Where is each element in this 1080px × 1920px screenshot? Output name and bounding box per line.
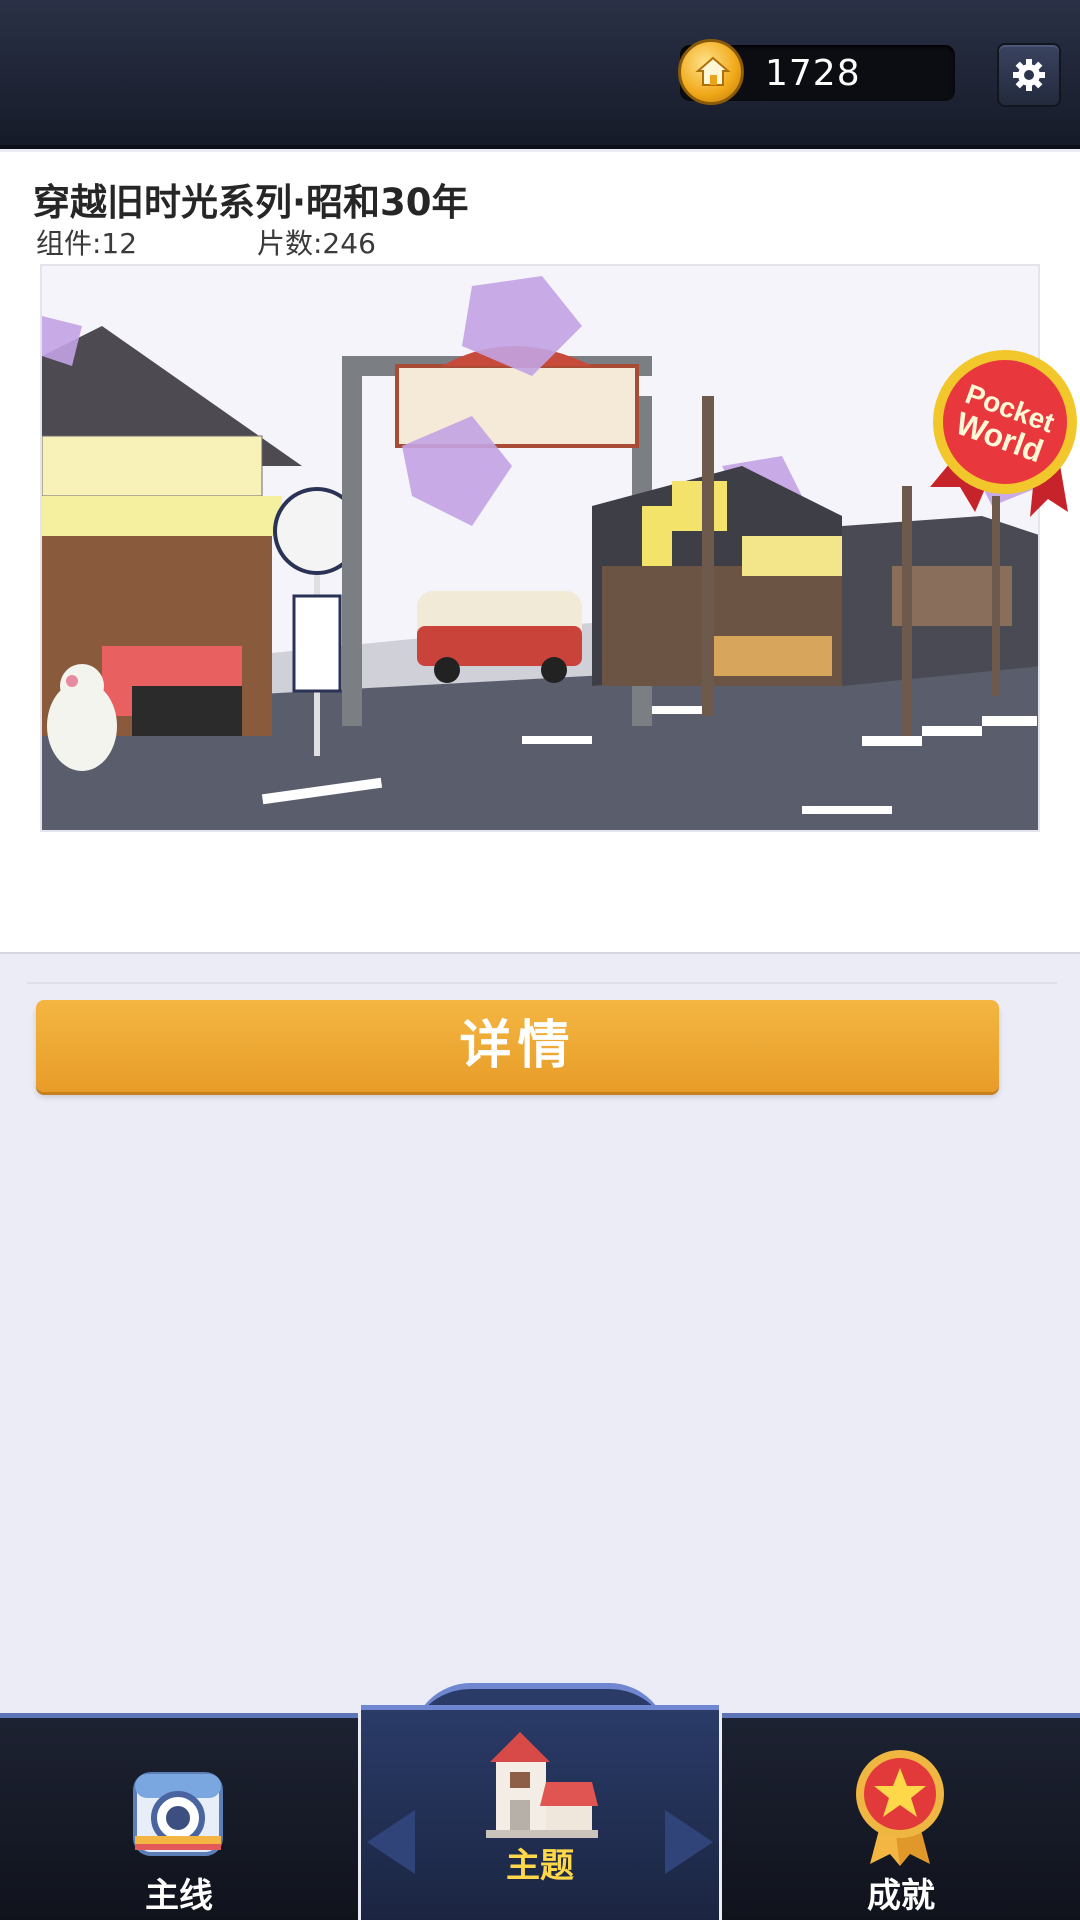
details-button[interactable]: 详情 [36,1000,999,1092]
tab-theme-label: 主题 [506,1846,574,1886]
app-root: 1728 穿越旧时光系列·昭和30年 组件:12 片数:246 Pocket W… [0,0,1080,1920]
theme-preview-image[interactable] [40,264,1040,832]
theme-title: 穿越旧时光系列·昭和30年 [33,181,469,224]
tab-achievements[interactable]: 成就 [722,1713,1080,1920]
tab-main-line-label: 主线 [145,1876,213,1916]
settings-button[interactable] [997,43,1061,107]
top-bar: 1728 [0,0,1080,149]
pocket-world-badge: Pocket World [930,350,1077,517]
parts-count: 组件:12 [36,227,138,260]
star-medal-icon [856,1750,944,1866]
bottom-navigation: 主线 主题 成就 [0,1683,1080,1920]
pieces-count: 片数:246 [257,227,376,260]
tab-theme[interactable]: 主题 [361,1705,719,1920]
house-icon [486,1732,598,1838]
tab-main-line[interactable]: 主线 [0,1713,358,1920]
theme-card[interactable]: 穿越旧时光系列·昭和30年 组件:12 片数:246 Pocket World … [0,152,1080,1092]
tab-achievements-label: 成就 [867,1876,935,1916]
list-divider [27,982,1057,984]
coin-balance: 1728 [678,39,955,105]
coin-value: 1728 [765,53,861,94]
coin-house-icon [678,39,744,105]
camera-icon [133,1772,223,1856]
gear-icon [1013,59,1045,91]
